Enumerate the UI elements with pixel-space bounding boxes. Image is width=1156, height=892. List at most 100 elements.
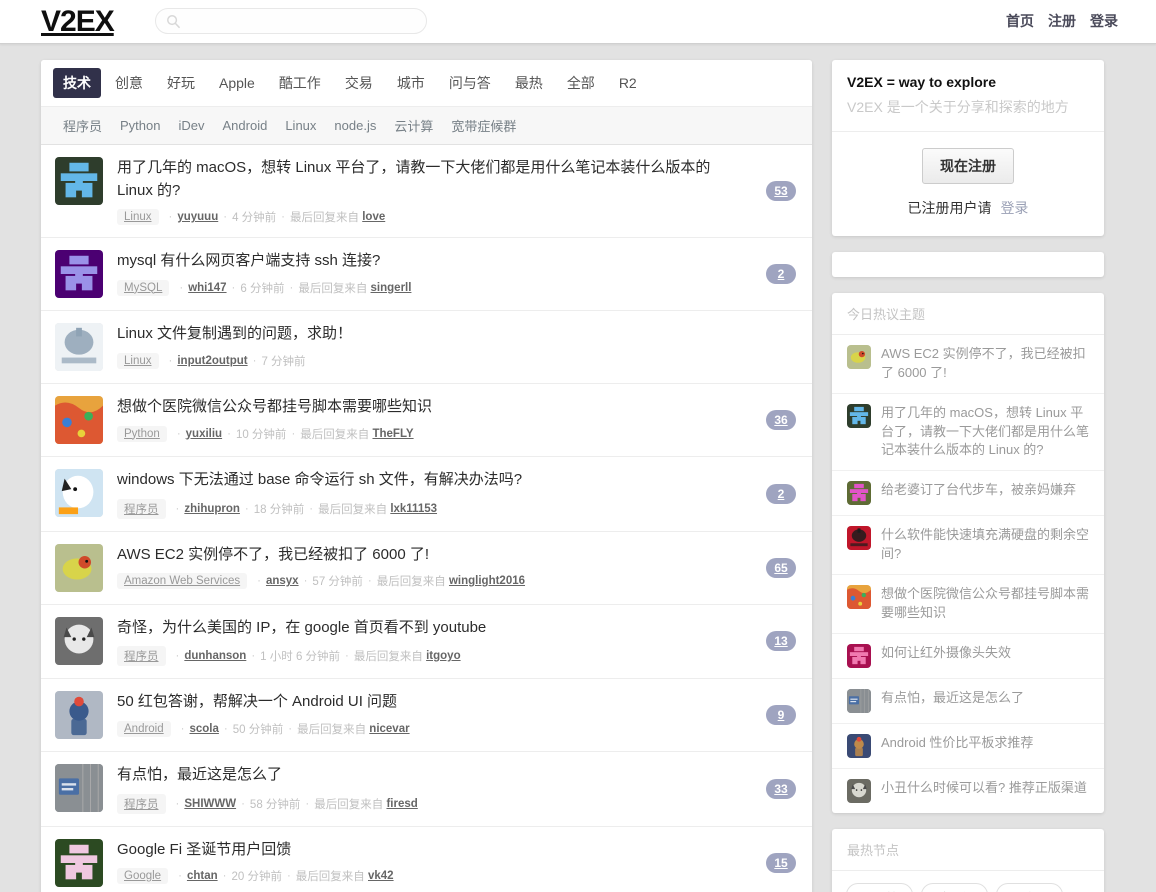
topic-node-tag[interactable]: Linux (117, 352, 159, 369)
hot-topic-title[interactable]: Android 性价比平板求推荐 (881, 734, 1033, 753)
topic-author[interactable]: scola (189, 723, 218, 735)
subtab-node.js[interactable]: node.js (334, 118, 376, 133)
last-replier[interactable]: winglight2016 (449, 575, 525, 587)
topic-title[interactable]: mysql 有什么网页客户端支持 ssh 连接? (117, 250, 728, 273)
hot-topic-item[interactable]: 用了几年的 macOS，想转 Linux 平台了，请教一下大佬们都是用什么笔记本… (832, 394, 1104, 472)
nav-register[interactable]: 注册 (1048, 11, 1076, 31)
avatar[interactable] (847, 526, 871, 551)
hot-topic-title[interactable]: AWS EC2 实例停不了，我已经被扣了 6000 了! (881, 345, 1089, 383)
tab-创意[interactable]: 创意 (105, 68, 153, 98)
last-replier[interactable]: love (362, 211, 385, 223)
reply-count-badge[interactable]: 53 (766, 181, 796, 201)
hot-topic-title[interactable]: 给老婆订了台代步车，被亲妈嫌弃 (881, 481, 1076, 500)
subtab-Linux[interactable]: Linux (285, 118, 316, 133)
hot-topic-item[interactable]: 想做个医院微信公众号都挂号脚本需要哪些知识 (832, 575, 1104, 634)
topic-title[interactable]: windows 下无法通过 base 命令运行 sh 文件，有解决办法吗? (117, 469, 728, 492)
topic-node-tag[interactable]: Google (117, 868, 169, 884)
topic-node-tag[interactable]: 程序员 (117, 498, 166, 519)
hot-topic-item[interactable]: Android 性价比平板求推荐 (832, 724, 1104, 769)
avatar[interactable] (55, 764, 103, 812)
site-logo[interactable]: V2EX (41, 5, 115, 39)
search-input[interactable] (186, 9, 421, 33)
last-replier[interactable]: lxk11153 (390, 503, 437, 515)
topic-title[interactable]: 想做个医院微信公众号都挂号脚本需要哪些知识 (117, 396, 728, 419)
tab-好玩[interactable]: 好玩 (157, 68, 205, 98)
topic-title[interactable]: 50 红包答谢，帮解决一个 Android UI 问题 (117, 691, 728, 714)
signin-link[interactable]: 登录 (1000, 200, 1028, 216)
last-replier[interactable]: TheFLY (372, 428, 413, 440)
hot-node-chip[interactable]: 程序员 (996, 882, 1064, 892)
topic-author[interactable]: zhihupron (184, 503, 240, 515)
last-replier[interactable]: vk42 (368, 870, 394, 882)
subtab-iDev[interactable]: iDev (179, 118, 205, 133)
topic-row[interactable]: Google Fi 圣诞节用户回馈 Google · chtan · 20 分钟前 · 最后回… (41, 827, 812, 892)
reply-count-badge[interactable]: 33 (766, 778, 796, 799)
avatar[interactable] (847, 778, 871, 803)
topic-title[interactable]: 用了几年的 macOS，想转 Linux 平台了，请教一下大佬们都是用什么笔记本… (117, 157, 728, 202)
avatar[interactable] (55, 323, 103, 371)
avatar[interactable] (847, 584, 871, 609)
avatar[interactable] (847, 481, 871, 506)
reply-count-badge[interactable]: 65 (766, 557, 796, 578)
topic-author[interactable]: SHIWWW (184, 798, 236, 810)
reply-count-badge[interactable]: 2 (766, 264, 796, 284)
topic-row[interactable]: Linux 文件复制遇到的问题，求助！ Linux · input2output · 7 … (41, 311, 812, 384)
reply-count-badge[interactable]: 36 (766, 410, 796, 430)
avatar[interactable] (847, 643, 871, 668)
search-box[interactable] (155, 8, 427, 34)
hot-topic-item[interactable]: 如何让红外摄像头失效 (832, 634, 1104, 679)
tab-酷工作[interactable]: 酷工作 (269, 68, 331, 98)
nav-login[interactable]: 登录 (1090, 11, 1118, 31)
topic-row[interactable]: 奇怪，为什么美国的 IP，在 google 首页看不到 youtube 程序员 · d… (41, 605, 812, 679)
topic-author[interactable]: yuxiliu (186, 428, 222, 440)
avatar[interactable] (55, 250, 103, 298)
signup-button[interactable]: 现在注册 (922, 148, 1014, 184)
avatar[interactable] (55, 469, 103, 517)
avatar[interactable] (55, 543, 103, 592)
last-replier[interactable]: singerll (371, 282, 412, 294)
topic-row[interactable]: 用了几年的 macOS，想转 Linux 平台了，请教一下大佬们都是用什么笔记本… (41, 145, 812, 238)
avatar[interactable] (847, 345, 871, 369)
avatar[interactable] (847, 403, 871, 428)
subtab-云计算[interactable]: 云计算 (394, 116, 433, 135)
reply-count-badge[interactable]: 9 (766, 705, 796, 725)
topic-node-tag[interactable]: Linux (117, 209, 159, 225)
tab-问与答[interactable]: 问与答 (439, 68, 501, 98)
hot-topic-title[interactable]: 用了几年的 macOS，想转 Linux 平台了，请教一下大佬们都是用什么笔记本… (881, 404, 1089, 461)
reply-count-badge[interactable]: 13 (766, 631, 796, 652)
topic-author[interactable]: dunhanson (184, 650, 246, 662)
topic-row[interactable]: AWS EC2 实例停不了，我已经被扣了 6000 了! Amazon Web S… (41, 532, 812, 605)
last-replier[interactable]: itgoyo (426, 650, 461, 662)
topic-title[interactable]: 奇怪，为什么美国的 IP，在 google 首页看不到 youtube (117, 617, 728, 640)
avatar[interactable] (55, 616, 103, 665)
hot-topic-title[interactable]: 什么软件能快速填充满硬盘的剩余空间? (881, 526, 1089, 564)
hot-topic-item[interactable]: 给老婆订了台代步车，被亲妈嫌弃 (832, 471, 1104, 517)
subtab-宽带症候群[interactable]: 宽带症候群 (451, 116, 516, 135)
avatar[interactable] (55, 838, 103, 887)
topic-title[interactable]: Linux 文件复制遇到的问题，求助！ (117, 323, 728, 346)
avatar[interactable] (847, 688, 871, 713)
last-replier[interactable]: nicevar (369, 723, 409, 735)
avatar[interactable] (55, 157, 103, 205)
avatar[interactable] (55, 691, 103, 739)
tab-交易[interactable]: 交易 (335, 68, 383, 98)
topic-title[interactable]: Google Fi 圣诞节用户回馈 (117, 839, 728, 862)
topic-node-tag[interactable]: Amazon Web Services (117, 573, 248, 589)
topic-node-tag[interactable]: MySQL (117, 279, 170, 296)
subtab-Python[interactable]: Python (120, 118, 160, 133)
subtab-程序员[interactable]: 程序员 (63, 116, 102, 135)
last-replier[interactable]: firesd (386, 798, 417, 810)
topic-node-tag[interactable]: Android (117, 720, 171, 737)
avatar[interactable] (847, 733, 871, 758)
tab-城市[interactable]: 城市 (387, 68, 435, 98)
topic-title[interactable]: AWS EC2 实例停不了，我已经被扣了 6000 了! (117, 544, 728, 567)
topic-node-tag[interactable]: 程序员 (117, 646, 166, 666)
subtab-Android[interactable]: Android (223, 118, 268, 133)
topic-row[interactable]: 有点怕，最近这是怎么了 程序员 · SHIWWW · 58 分钟前 · 最后回复来自 fire… (41, 752, 812, 827)
topic-row[interactable]: windows 下无法通过 base 命令运行 sh 文件，有解决办法吗? 程序员… (41, 457, 812, 532)
tab-R2[interactable]: R2 (609, 70, 647, 96)
reply-count-badge[interactable]: 15 (766, 852, 796, 873)
hot-node-chip[interactable]: 问与答 (846, 882, 914, 892)
hot-topic-item[interactable]: 小丑什么时候可以看? 推荐正版渠道 (832, 769, 1104, 813)
topic-row[interactable]: mysql 有什么网页客户端支持 ssh 连接? MySQL · whi147 · 6 分… (41, 238, 812, 311)
